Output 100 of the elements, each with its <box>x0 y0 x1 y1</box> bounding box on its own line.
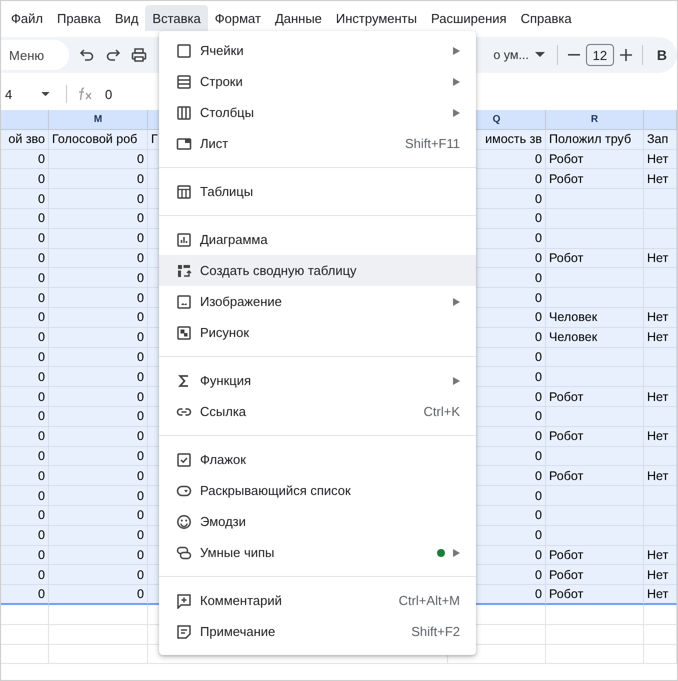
table-cell: Нет <box>644 387 677 407</box>
shortcut-text: Shift+F2 <box>411 624 460 639</box>
table-cell: Нет <box>644 546 677 566</box>
table-cell: 0 <box>1 585 49 605</box>
font-dropdown[interactable]: о ум... <box>493 48 529 62</box>
table-cell: Нет <box>644 328 677 348</box>
table-cell: Робот <box>546 248 644 268</box>
table-cell: 0 <box>1 426 49 447</box>
table-cell: 0 <box>49 348 148 368</box>
comment-icon <box>176 592 192 608</box>
emoji-icon <box>176 514 192 530</box>
table-cell: Робот <box>546 585 644 605</box>
table-icon <box>176 184 192 200</box>
print-icon[interactable] <box>131 47 147 63</box>
table-cell: Робот <box>546 426 644 447</box>
square-icon <box>176 42 192 58</box>
table-cell: Нет <box>644 308 677 328</box>
table-cell: 0 <box>49 328 148 348</box>
table-cell: 0 <box>1 486 49 506</box>
table-cell: Робот <box>546 466 644 486</box>
plus-icon[interactable] <box>620 49 632 61</box>
table-cell: 0 <box>1 228 49 249</box>
table-cell: 0 <box>1 506 49 526</box>
table-cell: 0 <box>49 426 148 447</box>
table-cell: 0 <box>49 506 148 526</box>
table-cell: 0 <box>49 208 148 229</box>
chart-icon <box>176 232 192 248</box>
table-cell: Человек <box>546 308 644 328</box>
menu-bar-item[interactable]: Справка <box>514 5 579 31</box>
chips-icon <box>176 544 192 560</box>
menu-bar-item[interactable]: Расширения <box>424 5 514 31</box>
table-cell: 0 <box>49 585 148 605</box>
table-cell: 0 <box>1 308 49 328</box>
menu-bar-item[interactable]: Формат <box>208 5 268 31</box>
note-icon <box>176 624 192 640</box>
table-cell: 0 <box>1 387 49 407</box>
table-cell <box>644 446 677 466</box>
table-cell: 0 <box>1 248 49 268</box>
table-cell: 0 <box>49 565 148 586</box>
font-size-field[interactable]: 12 <box>586 44 614 66</box>
table-cell: 0 <box>49 228 148 249</box>
table-cell: 0 <box>1 328 49 348</box>
menu-item[interactable]: Ячейки <box>159 35 476 66</box>
table-cell: Нет <box>644 150 677 170</box>
menu-bar-item[interactable]: Правка <box>50 5 108 31</box>
table-cell <box>644 268 677 288</box>
menu-bar-item[interactable]: Инструменты <box>328 5 424 31</box>
table-cell: 0 <box>49 446 148 466</box>
bold-button[interactable]: B <box>652 47 671 63</box>
table-cell: Нет <box>644 585 677 605</box>
table-cell: Человек <box>546 328 644 348</box>
table-cell: 0 <box>49 367 148 388</box>
table-cell: 0 <box>49 486 148 506</box>
menu-bar-item[interactable]: Вид <box>108 5 146 31</box>
table-header: Положил труб <box>546 130 644 150</box>
table-cell: Робот <box>546 150 644 170</box>
undo-icon[interactable] <box>79 47 95 63</box>
pivot-table-icon <box>176 262 192 278</box>
menu-item[interactable]: Примечание Shift+F2 <box>159 616 476 647</box>
table-cell: Робот <box>546 387 644 407</box>
redo-icon[interactable] <box>105 47 121 63</box>
table-cell: 0 <box>1 208 49 229</box>
table-cell: 0 <box>49 169 148 190</box>
table-cell <box>644 189 677 209</box>
formula-field[interactable]: 0 <box>105 86 112 102</box>
menu-bar-item[interactable]: Файл <box>4 5 50 31</box>
table-cell <box>644 506 677 526</box>
search-field[interactable]: Меню <box>1 40 69 70</box>
menu-item[interactable]: Строки <box>159 66 476 97</box>
table-cell <box>644 367 677 388</box>
cell-reference[interactable]: 4 <box>5 86 31 102</box>
table-cell: 0 <box>1 169 49 190</box>
table-cell: Нет <box>644 169 677 190</box>
table-cell: 0 <box>1 150 49 170</box>
column-header[interactable]: M <box>49 110 148 130</box>
column-header[interactable]: R <box>546 110 644 130</box>
table-cell: 0 <box>49 268 148 288</box>
table-cell <box>644 526 677 546</box>
minus-icon[interactable] <box>568 54 580 56</box>
columns-icon <box>176 104 192 120</box>
table-cell: 0 <box>1 268 49 288</box>
table-cell: 0 <box>49 288 148 308</box>
table-cell: 0 <box>1 565 49 586</box>
table-cell: 0 <box>1 367 49 388</box>
caret-icon[interactable] <box>534 52 545 58</box>
table-cell: 0 <box>49 387 148 407</box>
table-cell: Нет <box>644 466 677 486</box>
table-cell: Робот <box>546 565 644 586</box>
table-cell: Робот <box>546 546 644 566</box>
menu-bar-item[interactable]: Данные <box>268 5 329 31</box>
table-cell: Нет <box>644 565 677 586</box>
table-cell: 0 <box>49 308 148 328</box>
caret-icon[interactable] <box>41 92 50 96</box>
table-cell: 0 <box>49 466 148 486</box>
menu-item[interactable]: Создать сводную таблицу <box>159 255 476 286</box>
table-cell: 0 <box>49 526 148 546</box>
table-cell <box>644 288 677 308</box>
table-cell: 0 <box>49 189 148 209</box>
table-cell <box>644 208 677 229</box>
menu-bar-item[interactable]: Вставка <box>145 5 208 31</box>
